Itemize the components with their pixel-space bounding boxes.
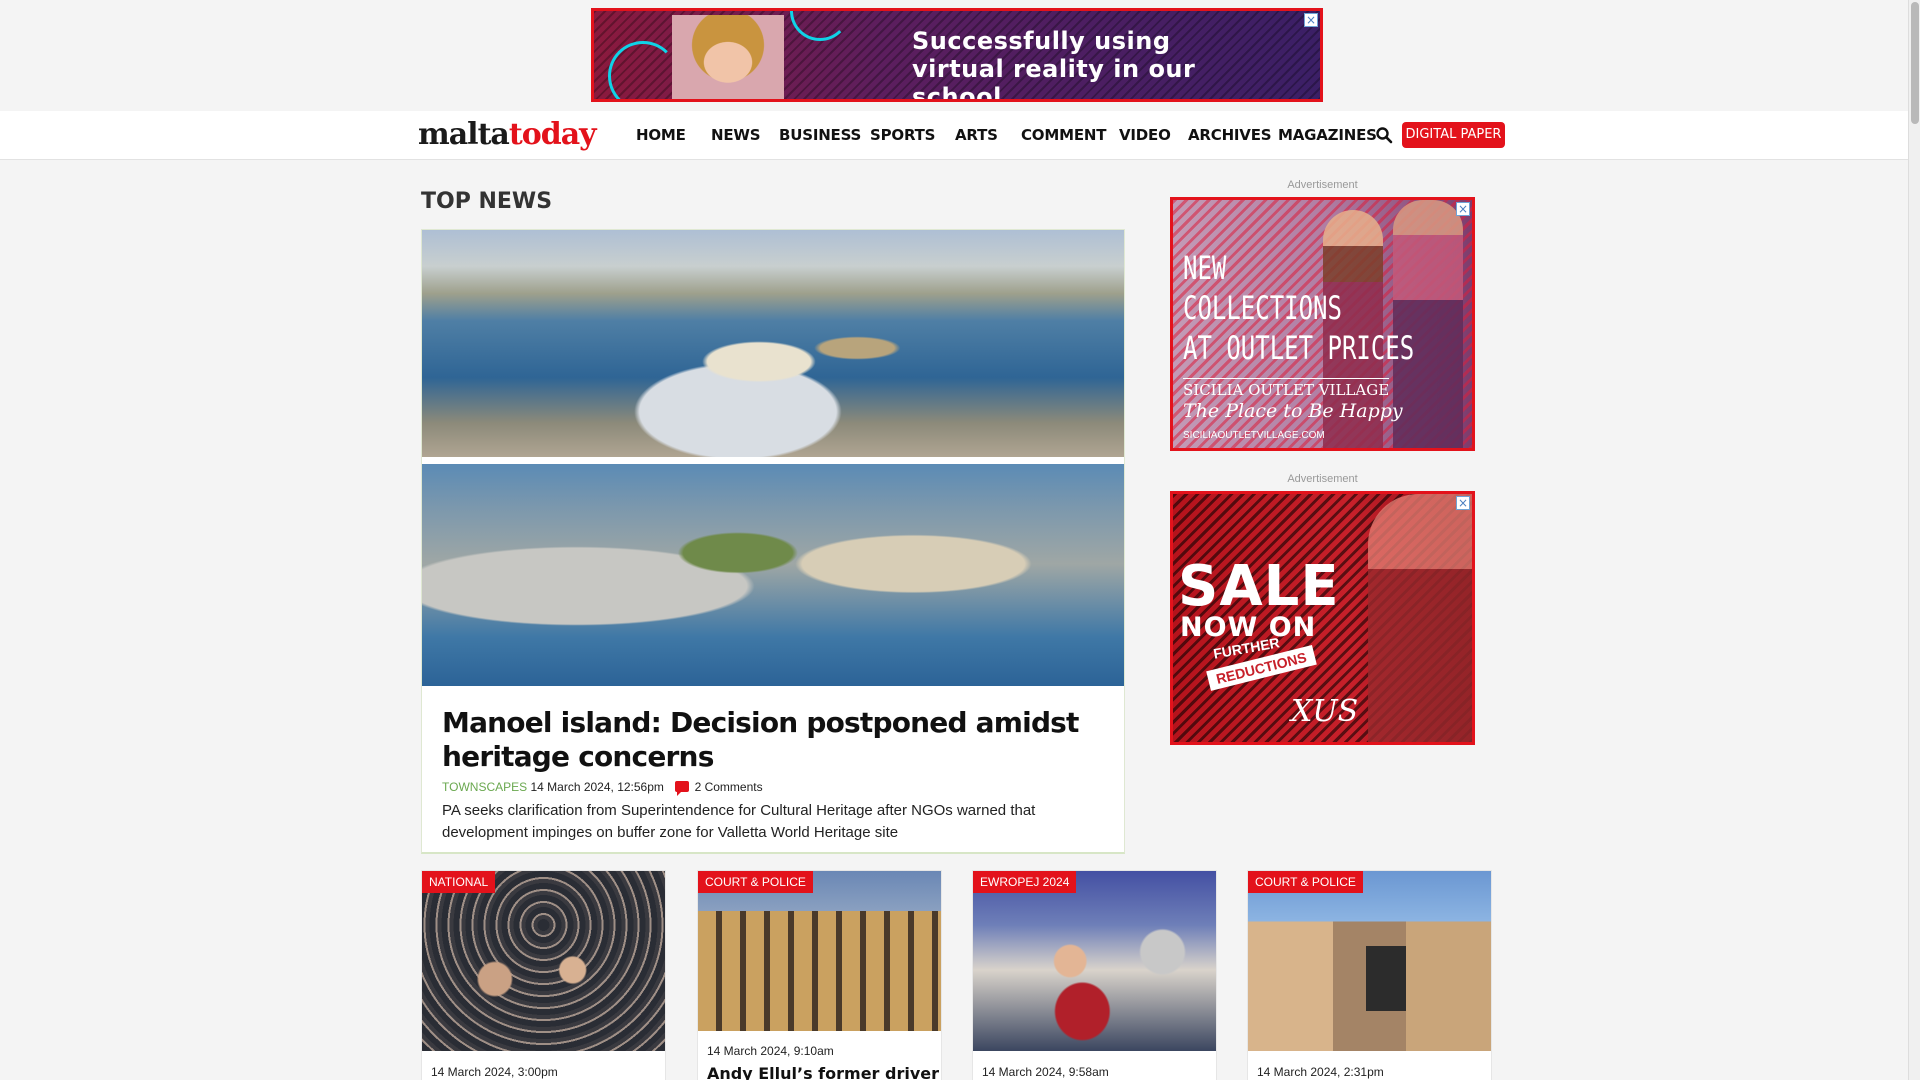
news-card[interactable]: EWROPEJ 2024 14 March 2024, 9:58am (972, 870, 1217, 1080)
top-news-image-render[interactable] (422, 464, 1124, 686)
top-news-card[interactable]: Manoel island: Decision postponed amidst… (421, 229, 1125, 854)
top-news-category[interactable]: TOWNSCAPES (442, 780, 527, 794)
ad-model-figure (1393, 200, 1463, 448)
news-card-category[interactable]: EWROPEJ 2024 (973, 871, 1077, 893)
ad-sale-text: SALE (1178, 554, 1340, 619)
news-card-image[interactable] (973, 871, 1216, 1051)
news-card-category[interactable]: NATIONAL (422, 871, 496, 893)
ad-close-icon[interactable]: × (1304, 13, 1318, 27)
page-scrollbar[interactable] (1908, 0, 1920, 1080)
digital-paper-button[interactable]: DIGITAL PAPER (1402, 122, 1505, 148)
ad-headline-line1: Successfully using (912, 27, 1171, 55)
nav-arts[interactable]: ARTS (955, 126, 998, 144)
top-banner-ad[interactable]: Successfully using virtual reality in ou… (591, 8, 1323, 102)
news-card-date: 14 March 2024, 9:58am (982, 1065, 1109, 1079)
ad-outlet-url: SICILIAOUTLETVILLAGE.COM (1183, 430, 1325, 441)
top-news-summary: PA seeks clarification from Superintende… (442, 802, 1036, 841)
top-news-meta: TOWNSCAPES 14 March 2024, 12:56pm 2 Comm… (442, 780, 763, 796)
top-news-comments[interactable]: 2 Comments (695, 780, 763, 794)
news-card-date: 14 March 2024, 3:00pm (431, 1065, 558, 1079)
ad-outlet-headline: NEW COLLECTIONS AT OUTLET PRICES (1183, 248, 1415, 368)
site-header: maltatoday HOME NEWS BUSINESS SPORTS ART… (0, 111, 1908, 160)
nav-home[interactable]: HOME (636, 126, 686, 144)
news-card[interactable]: COURT & POLICE 14 March 2024, 9:10am And… (697, 870, 942, 1080)
news-card-category[interactable]: COURT & POLICE (1248, 871, 1363, 893)
news-card[interactable]: COURT & POLICE 14 March 2024, 2:31pm (1247, 870, 1492, 1080)
nav-magazines[interactable]: MAGAZINES (1278, 126, 1377, 144)
prison-gate-graphic (1366, 946, 1406, 1011)
ad-decoration (790, 11, 850, 41)
section-title-top-news: TOP NEWS (421, 189, 553, 214)
ad-brand-logo: XUS (1291, 694, 1359, 729)
logo-part-malta: malta (418, 117, 510, 152)
advertisement-label: Advertisement (1287, 179, 1358, 191)
advertisement-label: Advertisement (1287, 473, 1358, 485)
ad-model-figure (1368, 494, 1472, 742)
nav-archives[interactable]: ARCHIVES (1188, 126, 1272, 144)
ad-decoration (608, 41, 678, 99)
news-card-date: 14 March 2024, 2:31pm (1257, 1065, 1384, 1079)
news-card[interactable]: NATIONAL 14 March 2024, 3:00pm (421, 870, 666, 1080)
nav-sports[interactable]: SPORTS (870, 126, 935, 144)
news-card-category[interactable]: COURT & POLICE (698, 871, 813, 893)
ad-outlet-line3: AT OUTLET PRICES (1183, 329, 1415, 367)
top-news-image-aerial[interactable] (422, 230, 1124, 457)
nav-business[interactable]: BUSINESS (779, 126, 861, 144)
news-card-image[interactable] (698, 871, 941, 1031)
nav-comment[interactable]: COMMENT (1021, 126, 1106, 144)
ad-headline: Successfully using virtual reality in ou… (912, 27, 1292, 102)
ad-close-icon[interactable]: × (1456, 202, 1470, 216)
nav-news[interactable]: NEWS (711, 126, 761, 144)
ad-outlet-line2: COLLECTIONS (1183, 289, 1342, 327)
top-news-headline[interactable]: Manoel island: Decision postponed amidst… (442, 706, 1102, 774)
sidebar-ad-sale[interactable]: SALE NOW ON FURTHER REDUCTIONS XUS × (1170, 491, 1475, 745)
news-card-image[interactable] (1248, 871, 1491, 1051)
site-logo[interactable]: maltatoday (418, 117, 597, 152)
ad-outlet-line1: NEW (1183, 249, 1227, 287)
comment-icon (675, 781, 690, 796)
top-news-date: 14 March 2024, 12:56pm (530, 780, 664, 794)
news-card-image[interactable] (422, 871, 665, 1051)
ad-close-icon[interactable]: × (1456, 496, 1470, 510)
nav-video[interactable]: VIDEO (1119, 126, 1171, 144)
logo-part-today: today (508, 117, 597, 152)
ad-photo (672, 15, 784, 99)
ad-outlet-brand: SICILIA OUTLET VILLAGE (1183, 378, 1390, 399)
ad-outlet-tagline: The Place to Be Happy (1183, 400, 1403, 422)
sidebar-ad-outlet[interactable]: NEW COLLECTIONS AT OUTLET PRICES SICILIA… (1170, 197, 1475, 451)
search-icon[interactable] (1375, 126, 1393, 144)
ad-now-on-text: NOW ON (1180, 612, 1317, 643)
news-card-date: 14 March 2024, 9:10am (707, 1044, 834, 1058)
scrollbar-thumb[interactable] (1911, 2, 1919, 124)
ad-headline-line2: virtual reality in our school (912, 55, 1196, 102)
news-card-title[interactable]: Andy Ellul’s former driver (707, 1064, 939, 1080)
